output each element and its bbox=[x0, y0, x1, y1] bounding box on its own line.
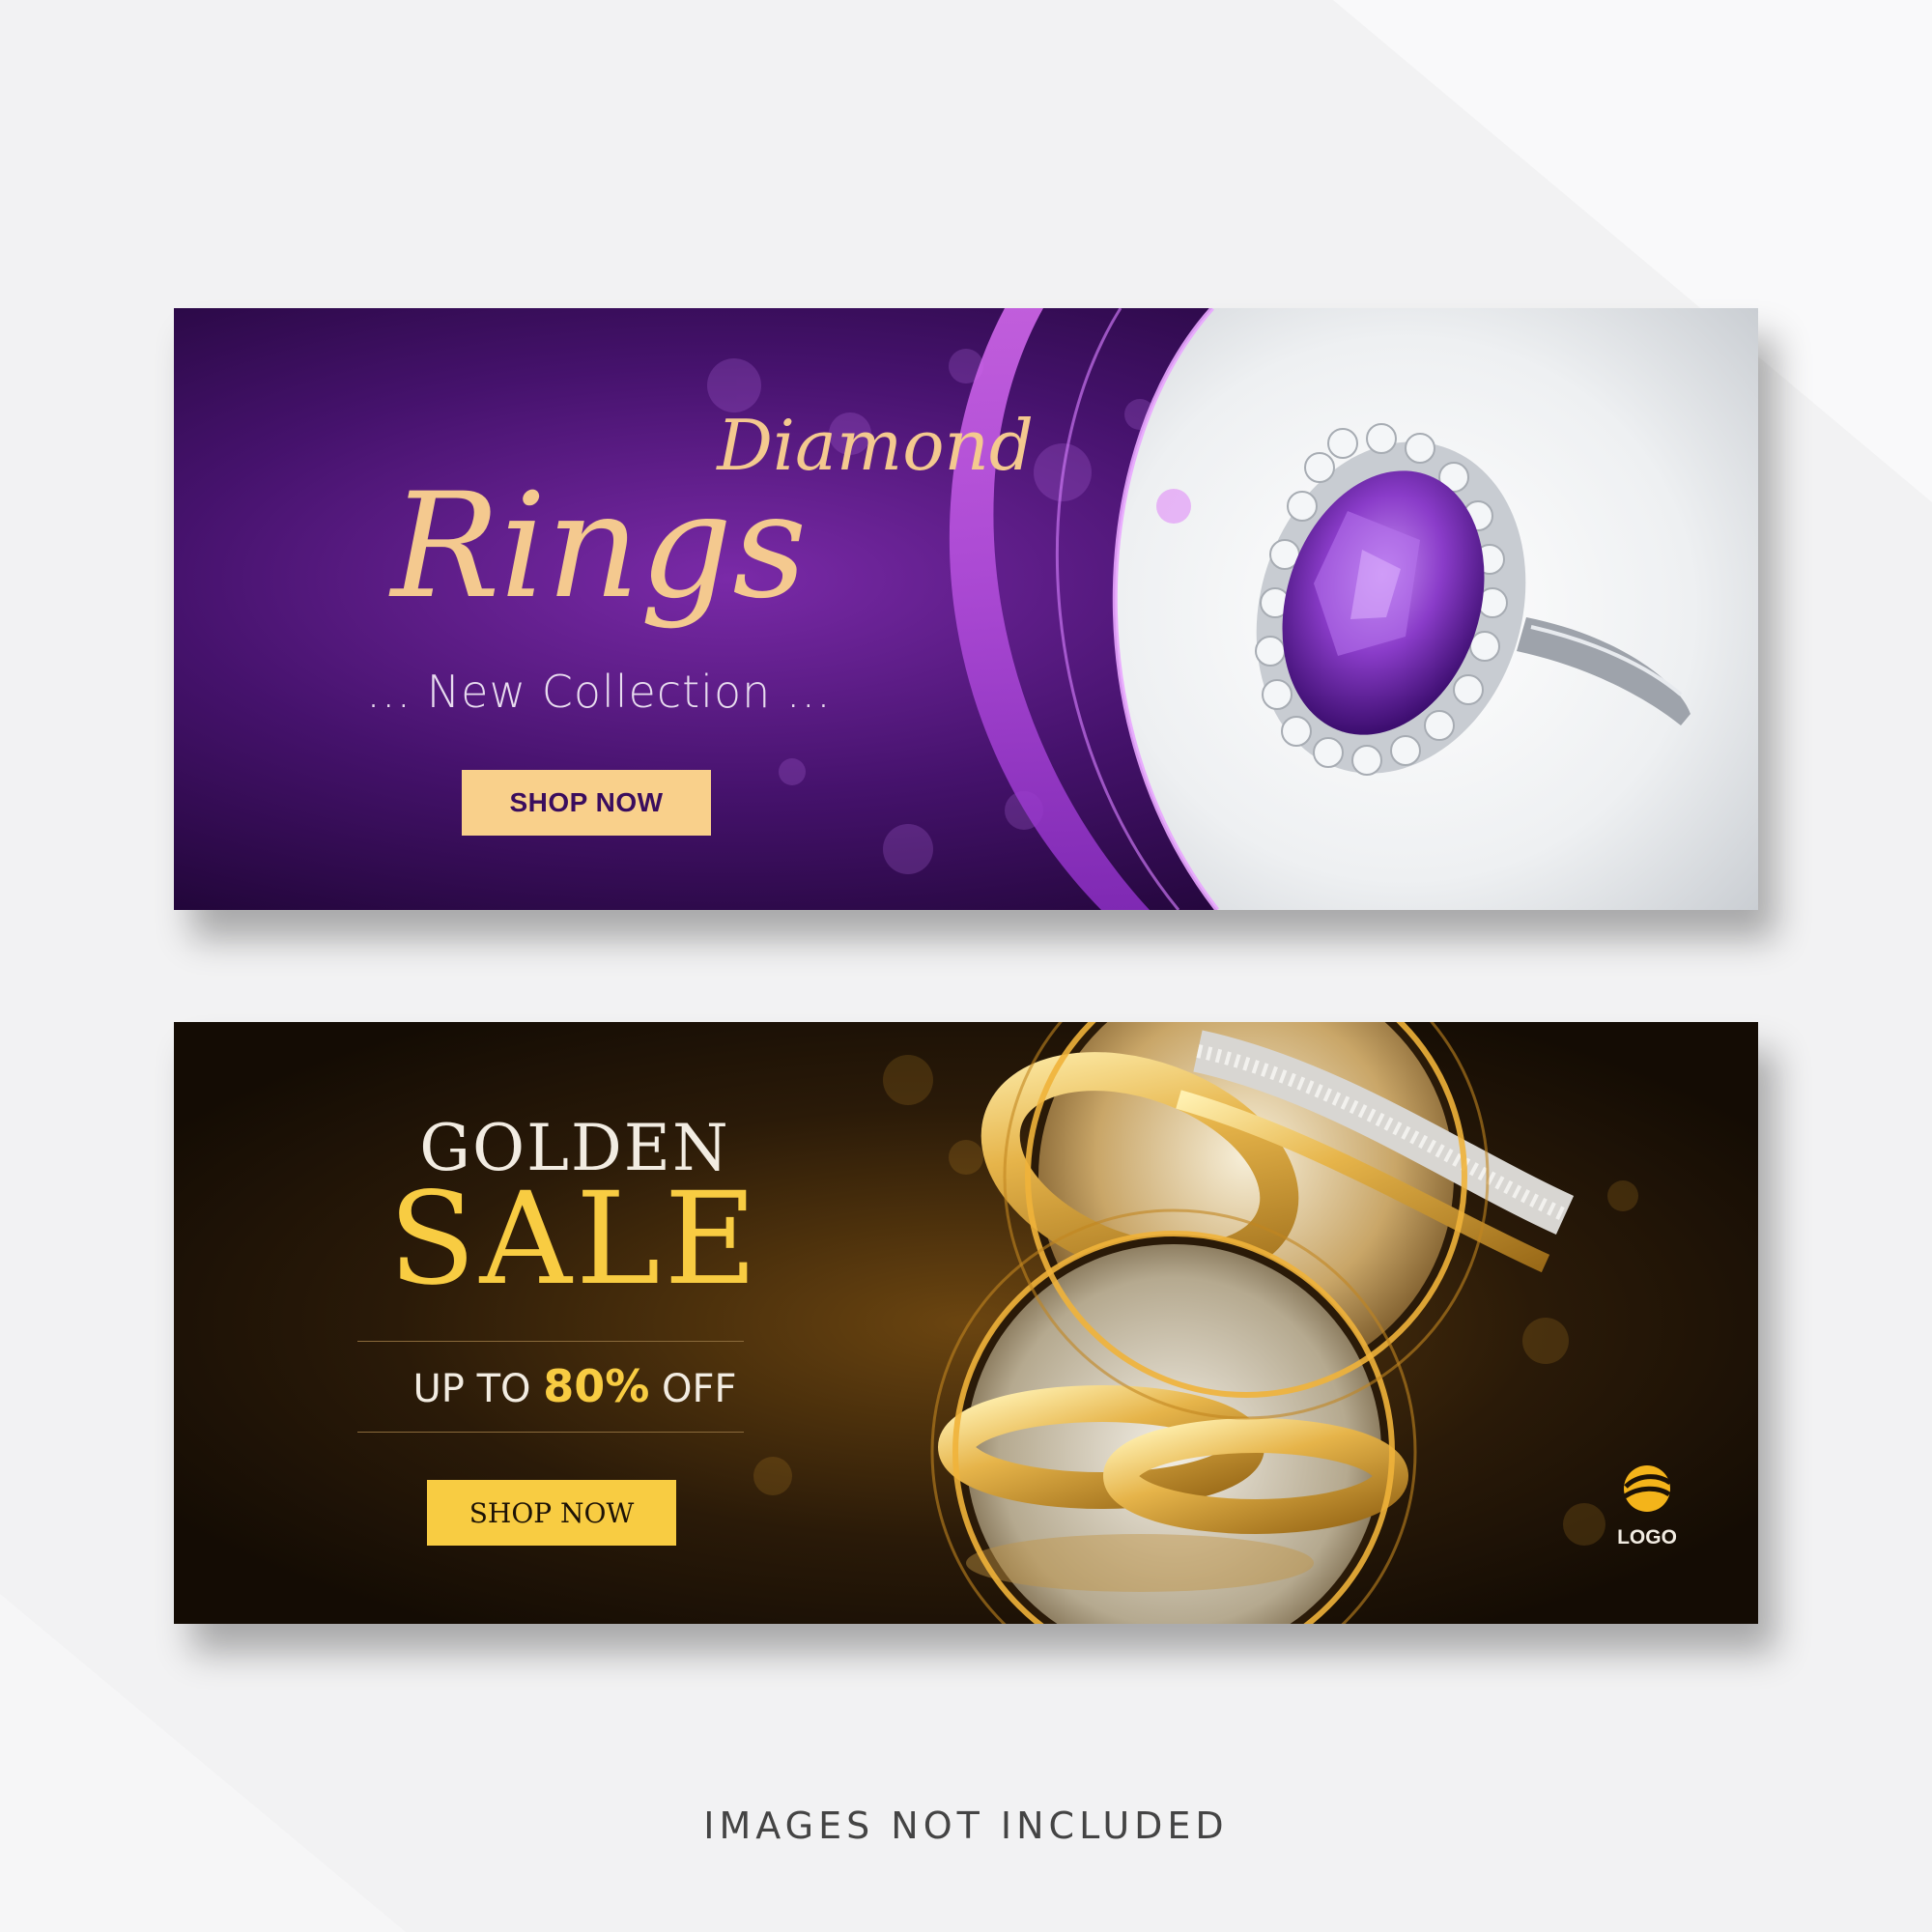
offer-suffix: OFF bbox=[662, 1367, 737, 1411]
logo-label: LOGO bbox=[1617, 1526, 1677, 1548]
golden-sale-banner: GOLDEN SALE UP TO 80% OFF SHOP NOW LOGO bbox=[174, 1022, 1758, 1624]
banner-subtitle: ... New Collection ... bbox=[366, 666, 832, 718]
globe-swirl-icon bbox=[1623, 1465, 1672, 1512]
shop-now-button-gold[interactable]: SHOP NOW bbox=[427, 1480, 676, 1546]
offer-percent: 80% bbox=[543, 1360, 650, 1412]
images-not-included-note: IMAGES NOT INCLUDED bbox=[703, 1804, 1229, 1847]
offer-prefix: UP TO bbox=[412, 1367, 531, 1411]
divider-bottom bbox=[357, 1432, 744, 1433]
page-background bbox=[0, 0, 1932, 1932]
diamond-rings-banner: Diamond Rings ... New Collection ... SHO… bbox=[174, 308, 1758, 910]
banner-title-rings: Rings bbox=[390, 463, 808, 631]
divider-top bbox=[357, 1341, 744, 1342]
discount-offer: UP TO 80% OFF bbox=[319, 1360, 831, 1412]
shop-now-button-purple[interactable]: SHOP NOW bbox=[462, 770, 711, 836]
banner-title-sale: SALE bbox=[388, 1165, 761, 1314]
brand-logo: LOGO bbox=[1589, 1462, 1705, 1549]
